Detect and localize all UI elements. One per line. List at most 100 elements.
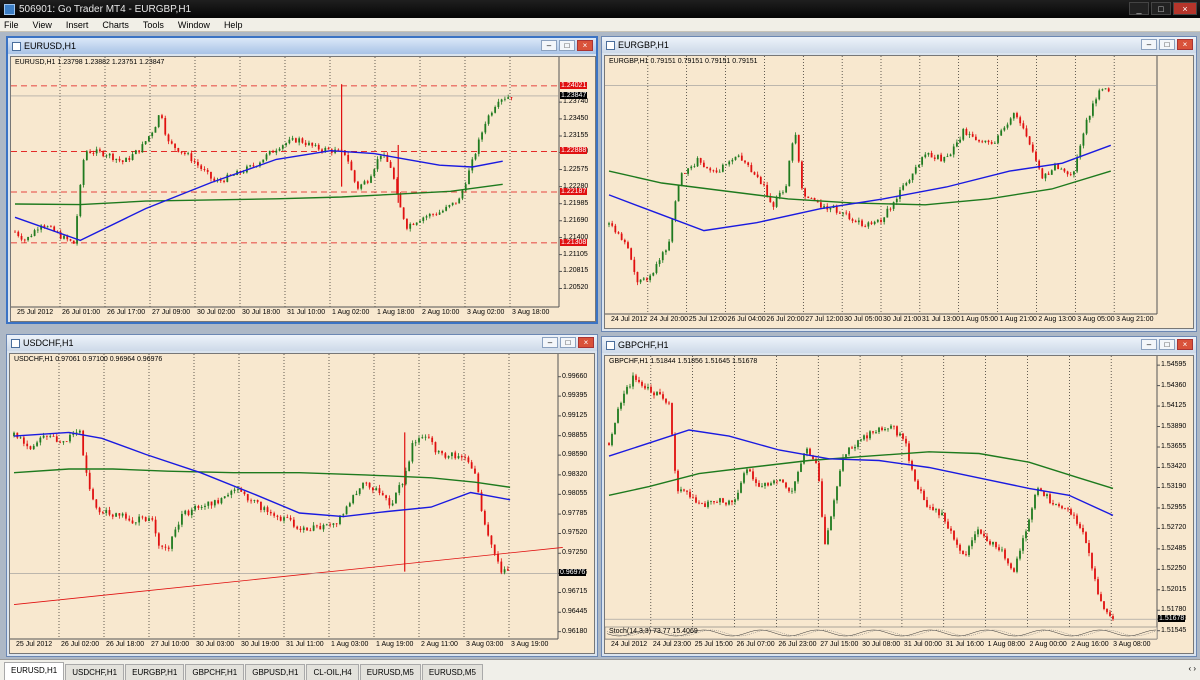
- chart-tab[interactable]: EURUSD,M5: [359, 664, 421, 680]
- candle-body: [788, 160, 791, 187]
- candle-body: [422, 217, 425, 221]
- y-axis-label: 0.99125: [562, 411, 588, 419]
- chart-minimize-button[interactable]: –: [541, 40, 557, 51]
- candle-body: [379, 155, 382, 160]
- candle-body: [887, 428, 889, 430]
- x-axis-label: 2 Aug 16:00: [1071, 641, 1109, 648]
- menu-tools[interactable]: Tools: [143, 20, 164, 30]
- menu-view[interactable]: View: [33, 20, 52, 30]
- candle-body: [665, 250, 667, 253]
- candle-body: [992, 542, 994, 545]
- candle-body: [926, 500, 928, 507]
- candle-body: [740, 155, 743, 161]
- chart-minimize-button[interactable]: –: [1141, 339, 1157, 350]
- candle-body: [78, 430, 81, 433]
- menu-insert[interactable]: Insert: [66, 20, 89, 30]
- minimize-button[interactable]: _: [1129, 2, 1149, 15]
- chart-restore-button[interactable]: □: [1159, 39, 1175, 50]
- candle-body: [441, 210, 444, 213]
- chart-minimize-button[interactable]: –: [1141, 39, 1157, 50]
- candle-body: [983, 533, 985, 537]
- candle-body: [937, 154, 939, 159]
- chart-canvas: [605, 56, 1158, 315]
- candle-body: [29, 446, 32, 450]
- chart-window-eurgbp[interactable]: EURGBP,H1 – □ × EURGBP,H1 0.79151 0.79151 …: [601, 36, 1197, 332]
- candle-body: [296, 526, 299, 529]
- chart-info-line: USDCHF,H1 0.97061 0.97100 0.96964 0.9697…: [14, 356, 163, 363]
- candle-body: [348, 503, 351, 507]
- candle-body: [680, 489, 682, 492]
- menu-file[interactable]: File: [4, 20, 19, 30]
- chart-window-header[interactable]: GBPCHF,H1 – □ ×: [602, 337, 1196, 353]
- candle-body: [308, 142, 310, 146]
- candle-body: [668, 402, 670, 404]
- candle-body: [39, 437, 42, 443]
- maximize-button[interactable]: □: [1151, 2, 1171, 15]
- candle-body: [927, 152, 930, 155]
- chart-window-header[interactable]: USDCHF,H1 – □ ×: [7, 335, 597, 351]
- y-axis-label: 1.54125: [1161, 402, 1187, 410]
- price-chart[interactable]: USDCHF,H1 0.97061 0.97100 0.96964 0.9697…: [9, 353, 595, 654]
- chart-minimize-button[interactable]: –: [542, 337, 558, 348]
- candle-body: [1016, 558, 1018, 572]
- close-button[interactable]: ×: [1173, 2, 1197, 15]
- candle-body: [933, 157, 936, 159]
- candle-body: [766, 184, 769, 197]
- y-axis-label: 0.96445: [562, 608, 588, 616]
- chart-close-button[interactable]: ×: [1177, 339, 1193, 350]
- chart-close-button[interactable]: ×: [577, 40, 593, 51]
- chart-tab[interactable]: USDCHF,H1: [65, 664, 125, 680]
- candle-body: [115, 158, 118, 160]
- candle-body: [728, 500, 730, 505]
- chart-window-usdchf[interactable]: USDCHF,H1 – □ × USDCHF,H1 0.97061 0.97100 …: [6, 334, 598, 657]
- candle-body: [69, 434, 71, 442]
- chart-tab[interactable]: EURUSD,H1: [4, 662, 65, 680]
- candle-body: [1009, 118, 1012, 125]
- chart-tab[interactable]: EURGBP,H1: [125, 664, 185, 680]
- current-price-tag: 0.96976: [559, 569, 587, 577]
- candle-body: [141, 144, 144, 153]
- candle-body: [842, 212, 844, 214]
- chart-window-header[interactable]: EURUSD,H1 – □ ×: [8, 38, 596, 54]
- candle-body: [385, 495, 387, 499]
- candle-body: [213, 500, 216, 506]
- chart-restore-button[interactable]: □: [559, 40, 575, 51]
- chart-tab[interactable]: GBPUSD,H1: [245, 664, 306, 680]
- chart-close-button[interactable]: ×: [1177, 39, 1193, 50]
- candle-body: [128, 158, 131, 160]
- candle-body: [867, 222, 870, 227]
- candle-body: [223, 496, 226, 499]
- price-chart[interactable]: EURUSD,H1 1.23798 1.23882 1.23751 1.2384…: [10, 56, 596, 322]
- chart-restore-button[interactable]: □: [1159, 339, 1175, 350]
- chart-tab[interactable]: EURUSD,M5: [421, 664, 483, 680]
- price-chart[interactable]: GBPCHF,H1 1.51844 1.51856 1.51645 1.5167…: [604, 355, 1194, 654]
- candle-body: [917, 480, 919, 490]
- y-axis-label: 1.53420: [1161, 463, 1187, 471]
- y-axis-label: 1.52955: [1161, 503, 1187, 511]
- tab-scroll-arrows[interactable]: ‹ ›: [1188, 664, 1196, 673]
- chart-tab[interactable]: GBPCHF,H1: [185, 664, 245, 680]
- chart-window-gbpchf[interactable]: GBPCHF,H1 – □ × GBPCHF,H1 1.51844 1.51856 …: [601, 336, 1197, 657]
- price-chart[interactable]: EURGBP,H1 0.79151 0.79151 0.79151 0.7915…: [604, 55, 1194, 329]
- chart-tab[interactable]: CL-OIL,H4: [306, 664, 359, 680]
- app-titlebar[interactable]: 506901: Go Trader MT4 - EURGBP,H1 _ □ ×: [0, 0, 1200, 18]
- candle-body: [636, 271, 639, 283]
- chart-window-header[interactable]: EURGBP,H1 – □ ×: [602, 37, 1196, 53]
- candle-body: [707, 501, 709, 507]
- chart-restore-button[interactable]: □: [560, 337, 576, 348]
- x-axis-label: 25 Jul 12:00: [688, 316, 727, 323]
- menu-window[interactable]: Window: [178, 20, 210, 30]
- x-axis-label: 31 Jul 13:00: [921, 316, 960, 323]
- menu-charts[interactable]: Charts: [102, 20, 129, 30]
- chart-window-eurusd[interactable]: EURUSD,H1 – □ × EURUSD,H1 1.23798 1.23882 …: [6, 36, 598, 324]
- menu-help[interactable]: Help: [224, 20, 243, 30]
- candle-body: [329, 524, 331, 526]
- candle-body: [306, 527, 308, 531]
- candle-body: [134, 150, 137, 155]
- candle-body: [649, 275, 652, 281]
- chart-close-button[interactable]: ×: [578, 337, 594, 348]
- candle-body: [26, 443, 29, 447]
- candle-body: [141, 516, 144, 518]
- candle-body: [219, 180, 222, 181]
- candle-body: [427, 436, 430, 438]
